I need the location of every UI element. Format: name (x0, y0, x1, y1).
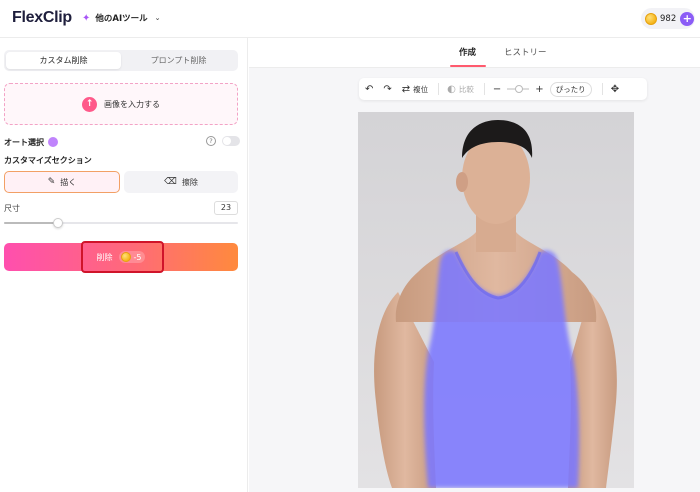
redo-button[interactable]: ↷ (383, 84, 391, 95)
toolbar-divider (438, 83, 440, 95)
customize-section-title: カスタマイズセクション (4, 156, 92, 165)
ai-tools-menu-label: 他のAIツール (95, 14, 148, 24)
brush-size-slider[interactable] (4, 218, 238, 228)
brush-size-slider-fill (4, 222, 58, 224)
removal-mode-tabs: カスタム削除 プロンプト削除 (4, 50, 238, 71)
tab-prompt-remove[interactable]: プロンプト削除 (121, 52, 236, 69)
compare-label: 比較 (458, 84, 474, 94)
brush-size-slider-handle[interactable] (52, 218, 63, 228)
auto-select-toggle[interactable] (222, 136, 240, 146)
brush-size-row: 尺寸 23 (4, 201, 238, 215)
toolbar-divider (483, 83, 485, 95)
sparkle-icon: ✦ (82, 12, 91, 24)
redo-icon: ↷ (383, 83, 392, 95)
top-bar: FlexClip ✦ 他のAIツール ⌄ 982 + (0, 0, 700, 38)
zoom-slider-handle[interactable] (515, 85, 524, 93)
compare-icon: ◐ (447, 83, 456, 95)
flexclip-logo[interactable]: FlexClip (12, 9, 72, 27)
erase-mode-button[interactable]: ⌫ 擦除 (124, 171, 238, 193)
zoom-slider[interactable] (507, 85, 530, 93)
workspace-tabs: 作成 ヒストリー (249, 38, 700, 68)
toolbar-divider (601, 83, 603, 95)
tab-history[interactable]: ヒストリー (504, 46, 547, 58)
premium-badge-icon (48, 137, 58, 147)
help-icon[interactable]: ? (206, 136, 216, 146)
left-panel: カスタム削除 プロンプト削除 ↑ 画像を入力する オート選択 ? カスタマイズセ… (0, 38, 248, 492)
highlight-box (81, 241, 164, 273)
pencil-icon: ✎ (47, 177, 56, 187)
brush-size-label: 尺寸 (4, 204, 20, 213)
brush-mode-group: ✎ 描く ⌫ 擦除 (4, 171, 238, 193)
restore-icon: ⇄ (401, 83, 411, 95)
logo-text: FlexClip (12, 9, 72, 26)
upload-label: 画像を入力する (104, 99, 160, 109)
restore-button[interactable]: ⇄ 複位 (402, 84, 428, 95)
undo-button[interactable]: ↶ (365, 84, 373, 95)
credits-count: 982 (660, 13, 677, 24)
fit-button[interactable]: ぴったり (549, 81, 592, 97)
ai-tools-menu[interactable]: ✦ 他のAIツール ⌄ (82, 12, 161, 25)
auto-select-label: オート選択 (4, 137, 44, 147)
eraser-icon: ⌫ (164, 177, 177, 187)
zoom-out-icon[interactable]: − (493, 84, 501, 95)
brush-size-input[interactable]: 23 (214, 201, 238, 215)
zoom-in-icon[interactable]: + (535, 84, 543, 95)
tab-create[interactable]: 作成 (459, 46, 476, 58)
workspace: 作成 ヒストリー ↶ ↷ ⇄ 複位 ◐ 比較 − + ぴったり ✥ (249, 38, 700, 492)
undo-icon: ↶ (365, 83, 374, 95)
compare-button[interactable]: ◐ 比較 (447, 84, 474, 95)
coin-icon (645, 12, 657, 25)
image-upload-area[interactable]: ↑ 画像を入力する (4, 83, 238, 125)
restore-label: 複位 (413, 84, 429, 94)
chevron-down-icon: ⌄ (154, 14, 161, 22)
active-tab-indicator (450, 65, 486, 67)
draw-mode-label: 描く (60, 177, 77, 187)
move-icon[interactable]: ✥ (611, 84, 619, 95)
upload-icon: ↑ (82, 96, 97, 112)
draw-mode-button[interactable]: ✎ 描く (4, 171, 120, 193)
canvas-toolbar: ↶ ↷ ⇄ 複位 ◐ 比較 − + ぴったり ✥ (359, 78, 647, 100)
erase-mode-label: 擦除 (181, 177, 198, 187)
credits-badge[interactable]: 982 + (641, 8, 695, 29)
image-canvas[interactable] (358, 112, 634, 488)
tab-custom-remove[interactable]: カスタム削除 (6, 52, 121, 69)
edited-photo (358, 112, 634, 488)
auto-select-row: オート選択 ? (4, 135, 240, 149)
add-credits-button[interactable]: + (680, 11, 695, 26)
